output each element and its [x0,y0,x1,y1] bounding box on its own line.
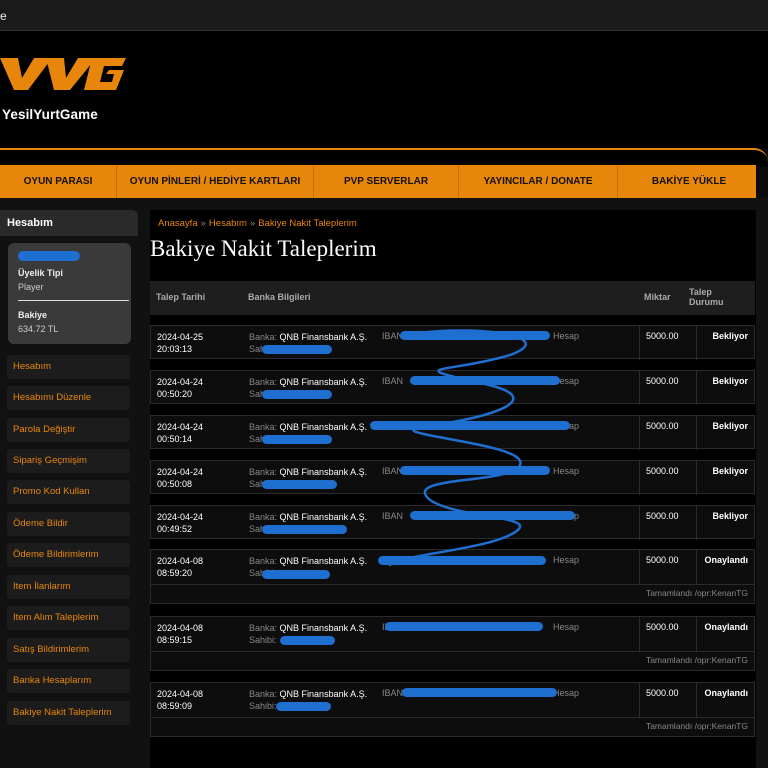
row-amount: 5000.00 [646,622,679,632]
sidebar-item-promo-kod[interactable]: Promo Kod Kullan [7,480,130,504]
row-status: Bekliyor [712,421,748,431]
row-completion-note: Tamamlandı /opr:KenanTG [645,588,748,598]
redaction-mark [262,435,332,444]
sidebar-item-satis-bildirimlerim[interactable]: Satış Bildirimlerim [7,638,130,662]
sidebar-item-item-ilanlarim[interactable]: Item İlanlarım [7,575,130,599]
redaction-scribble [388,329,527,567]
redaction-mark [276,702,331,711]
row-status: Bekliyor [712,511,748,521]
sidebar-item-bakiye-nakit[interactable]: Bakiye Nakit Taleplerim [7,701,130,725]
row-status: Bekliyor [712,466,748,476]
row-date: 2024-04-24 00:50:14 [157,422,204,444]
col-header-status-1: Talep [689,287,712,297]
sidebar-item-hesabimi-duzenle[interactable]: Hesabımı Düzenle [7,386,130,410]
redaction-mark [385,622,543,631]
col-header-bank: Banka Bilgileri [248,292,311,302]
row-divider [151,651,754,652]
sidebar-title: Hesabım [0,210,138,236]
row-hesap-label: Hesap [553,622,580,632]
row-divider [151,584,754,585]
redaction-mark [262,570,330,579]
breadcrumb-separator: » [249,218,256,229]
row-date: 2024-04-24 00:49:52 [157,512,204,534]
row-status: Bekliyor [712,331,748,341]
sidebar-item-odeme-bildir[interactable]: Ödeme Bildir [7,512,130,536]
breadcrumb-separator: » [200,218,206,229]
row-completion-note: Tamamlandı /opr:KenanTG [645,721,748,731]
row-divider [151,717,754,718]
breadcrumb-current[interactable]: Bakiye Nakit Taleplerim [258,218,357,229]
account-divider [18,300,129,301]
row-date: 2024-04-08 08:59:20 [157,556,204,578]
row-amount: 5000.00 [646,688,679,698]
col-header-amount: Miktar [644,292,671,302]
row-status: Bekliyor [712,376,748,386]
row-amount: 5000.00 [646,421,679,431]
row-status: Onaylandı [704,555,748,565]
row-iban-label: IBAN [382,688,404,698]
main-nav: OYUN PARASI OYUN PİNLERİ / HEDİYE KARTLA… [0,165,756,198]
breadcrumb: Anasayfa» Hesabım» Bakiye Nakit Taleplerim [158,218,357,229]
page-title: Bakiye Nakit Taleplerim [150,236,377,261]
redaction-mark [402,688,557,697]
row-date: 2024-04-24 00:50:08 [157,467,204,489]
brand-logo-icon[interactable] [0,56,126,106]
row-amount: 5000.00 [646,331,679,341]
nav-item-pvp-serverlar[interactable]: PVP SERVERLAR [314,165,459,198]
nav-item-bakiye-yukle[interactable]: BAKİYE YÜKLE [618,165,760,198]
membership-label: Üyelik Tipi [18,268,63,278]
row-amount: 5000.00 [646,376,679,386]
balance-value: 634.72 TL [18,324,59,334]
row-date: 2024-04-25 20:03:13 [157,332,204,354]
redaction-mark [280,636,335,645]
balance-label: Bakiye [18,310,48,320]
row-date: 2024-04-08 08:59:09 [157,689,204,711]
redaction-mark [262,525,347,534]
row-date: 2024-04-24 00:50:20 [157,377,204,399]
membership-value: Player [18,282,44,292]
row-date: 2024-04-08 08:59:15 [157,623,204,645]
nav-item-oyun-pinleri[interactable]: OYUN PİNLERİ / HEDİYE KARTLARI [117,165,314,198]
sidebar-item-item-alim[interactable]: Item Alım Taleplerim [7,606,130,630]
redaction-mark [262,345,332,354]
table-header: Talep Tarihi Banka Bilgileri Miktar Tale… [150,281,755,315]
row-completion-note: Tamamlandı /opr:KenanTG [645,655,748,665]
breadcrumb-home[interactable]: Anasayfa [158,218,198,229]
browser-tab-text: e [0,9,7,23]
redaction-mark [262,480,337,489]
brand-name[interactable]: YesilYurtGame [2,107,98,122]
browser-topbar: e [0,0,768,31]
col-header-date: Talep Tarihi [156,292,206,302]
sidebar-item-parola-degistir[interactable]: Parola Değiştir [7,418,130,442]
row-amount: 5000.00 [646,511,679,521]
sidebar-item-banka-hesaplarim[interactable]: Banka Hesaplarım [7,669,130,693]
breadcrumb-account[interactable]: Hesabım [209,218,247,229]
row-status: Onaylandı [704,622,748,632]
row-status: Onaylandı [704,688,748,698]
sidebar-item-hesabim[interactable]: Hesabım [7,355,130,379]
sidebar-item-siparis-gecmisim[interactable]: Sipariş Geçmişim [7,449,130,473]
col-header-status-2: Durumu [689,297,724,307]
nav-item-yayincilar[interactable]: YAYINCILAR / DONATE [459,165,618,198]
sidebar-item-odeme-bildirimlerim[interactable]: Ödeme Bildirimlerim [7,543,130,567]
account-card: Üyelik Tipi Player Bakiye 634.72 TL [8,243,131,344]
redaction-mark [262,390,332,399]
row-amount: 5000.00 [646,466,679,476]
row-amount: 5000.00 [646,555,679,565]
nav-item-oyun-parasi[interactable]: OYUN PARASI [0,165,117,198]
redacted-username [18,251,80,261]
